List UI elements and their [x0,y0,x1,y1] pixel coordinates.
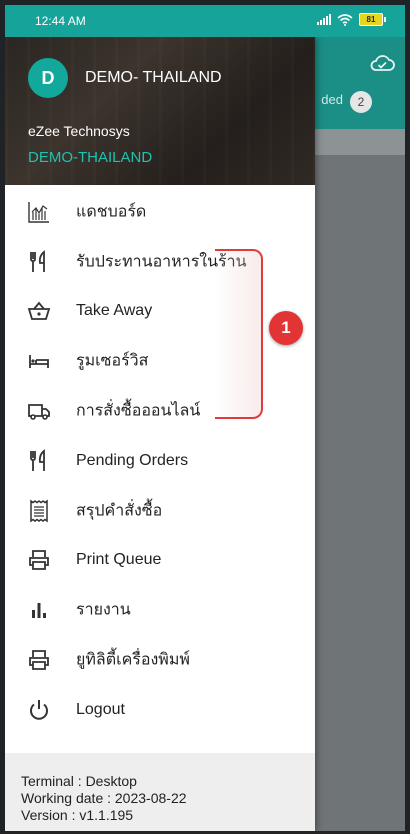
menu-item-order-summary[interactable]: สรุปคำสั่งซื้อ [5,486,315,536]
menu-item-room-service[interactable]: รูมเซอร์วิส [5,336,315,386]
menu-item-label: สรุปคำสั่งซื้อ [76,502,163,520]
status-bar: 12:44 AM 81 [5,5,405,37]
signal-icon [317,14,331,25]
menu-item-printer-utility[interactable]: ยูทิลิตี้เครื่องพิมพ์ [5,635,315,685]
drawer-menu: แดชบอร์ด รับประทานอาหารในร้าน Take Away [5,187,315,735]
loaded-count-badge: 2 [350,91,372,113]
menu-item-dashboard[interactable]: แดชบอร์ด [5,187,315,237]
menu-item-logout[interactable]: Logout [5,685,315,735]
menu-item-label: Logout [76,700,125,718]
annotation-bracket [215,249,263,419]
drawer-footer: Terminal : Desktop Working date : 2023-0… [5,753,315,831]
drawer-header: D DEMO- THAILAND eZee Technosys DEMO-THA… [5,37,315,185]
dashboard-chart-icon [28,201,49,223]
menu-item-label: Print Queue [76,551,162,569]
receipt-icon [30,499,48,523]
menu-item-reports[interactable]: รายงาน [5,585,315,635]
fork-knife-icon [30,449,45,471]
loaded-label: ded [321,92,343,107]
version-info: Version : v1.1.195 [21,807,134,823]
printer-icon [29,550,49,571]
menu-item-label: ยูทิลิตี้เครื่องพิมพ์ [76,651,190,669]
printer-icon [29,650,49,670]
menu-item-label: แดชบอร์ด [76,203,147,221]
menu-item-pending-orders[interactable]: Pending Orders [5,436,315,486]
wifi-icon [337,13,353,26]
annotation-marker: 1 [269,311,303,345]
working-date-info: Working date : 2023-08-22 [21,790,187,806]
fork-knife-icon [30,249,45,272]
bed-icon [29,355,49,369]
menu-item-label: รายงาน [76,601,131,619]
navigation-drawer: D DEMO- THAILAND eZee Technosys DEMO-THA… [5,37,315,831]
truck-icon [28,404,50,420]
power-icon [30,699,48,720]
menu-item-label: รูมเซอร์วิส [76,352,149,370]
cloud-sync-icon[interactable] [369,53,395,73]
battery-icon: 81 [359,13,386,26]
bar-chart-icon [32,603,46,619]
company-name: eZee Technosys [28,123,130,139]
menu-item-dine-in[interactable]: รับประทานอาหารในร้าน [5,237,315,287]
phone-screen: 12:44 AM 81 ded 2 D DEMO- THAILAND eZee … [5,5,405,831]
status-icons: 81 [317,13,386,26]
terminal-info: Terminal : Desktop [21,773,137,789]
menu-item-label: Pending Orders [76,451,189,469]
avatar: D [28,58,68,98]
menu-item-label: การสั่งซื้อออนไลน์ [76,402,201,420]
status-time: 12:44 AM [35,14,86,28]
menu-item-label: Take Away [76,302,153,320]
basket-icon [27,302,51,321]
menu-item-print-queue[interactable]: Print Queue [5,536,315,586]
menu-item-online-orders[interactable]: การสั่งซื้อออนไลน์ [5,386,315,436]
outlet-name[interactable]: DEMO-THAILAND [28,149,152,166]
header-property-name: DEMO- THAILAND [85,69,222,86]
